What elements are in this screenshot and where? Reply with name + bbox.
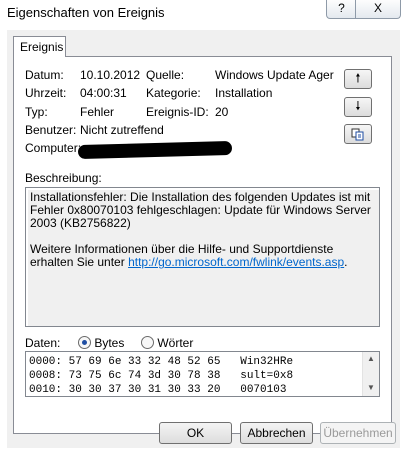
- uhrzeit-value: 04:00:31: [80, 86, 127, 100]
- tab-panel: Datum: 10.10.2012 Uhrzeit: 04:00:31 Typ:…: [13, 56, 392, 434]
- bytes-label: Bytes: [94, 336, 125, 350]
- bytes-radio-circle: [78, 336, 91, 349]
- arrow-down-icon: 🠗: [355, 99, 361, 113]
- dialog-client: Ereignis Datum: 10.10.2012 Uhrzeit: 04:0…: [7, 30, 400, 448]
- hex-line: 0008: 73 75 6c 74 3d 30 78 38 sult=0x8: [29, 370, 294, 382]
- previous-event-button[interactable]: 🠕: [344, 69, 372, 89]
- arrow-up-icon: 🠕: [355, 71, 361, 85]
- description-paragraph-1: Installationsfehler: Die Installation de…: [30, 190, 375, 230]
- title-bar: Eigenschaften von Ereignis ? X: [0, 0, 408, 30]
- tab-ereignis[interactable]: Ereignis: [13, 36, 66, 57]
- benutzer-value: Nicht zutreffend: [80, 123, 164, 137]
- ok-button[interactable]: OK: [159, 422, 232, 444]
- help-button[interactable]: ?: [326, 0, 357, 19]
- datum-label: Datum:: [25, 68, 64, 82]
- redaction-mark: [77, 140, 233, 160]
- words-radio-circle: [141, 336, 154, 349]
- data-hex-box[interactable]: 0000: 57 69 6e 33 32 48 52 65 Win32HRe 00…: [25, 351, 380, 397]
- datum-value: 10.10.2012: [80, 68, 141, 82]
- apply-button[interactable]: Übernehmen: [320, 422, 396, 444]
- quelle-value: Windows Update Ager: [215, 68, 334, 82]
- kategorie-label: Kategorie:: [146, 86, 201, 100]
- bytes-radio[interactable]: Bytes: [78, 336, 124, 350]
- scroll-up-icon[interactable]: ▲: [367, 354, 375, 363]
- window-title: Eigenschaften von Ereignis: [7, 5, 165, 20]
- description-period: .: [344, 255, 348, 269]
- next-event-button[interactable]: 🠗: [344, 97, 372, 117]
- uhrzeit-label: Uhrzeit:: [25, 86, 67, 100]
- description-text: Installationsfehler: Die Installation de…: [28, 190, 379, 326]
- computer-label: Computer:: [25, 141, 82, 155]
- cancel-button[interactable]: Abbrechen: [240, 422, 313, 444]
- hex-line: 0010: 30 30 37 30 31 30 33 20 0070103: [29, 384, 294, 396]
- help-link[interactable]: http://go.microsoft.com/fwlink/events.as…: [128, 255, 344, 269]
- close-button[interactable]: X: [355, 0, 401, 19]
- benutzer-label: Benutzer:: [25, 123, 77, 137]
- ereignis-id-value: 20: [215, 105, 229, 119]
- copy-icon: [351, 128, 364, 141]
- typ-value: Fehler: [80, 105, 115, 119]
- description-box[interactable]: Installationsfehler: Die Installation de…: [25, 187, 380, 327]
- hex-scrollbar[interactable]: ▲ ▼: [362, 352, 379, 396]
- data-label: Daten:: [25, 336, 61, 350]
- typ-label: Typ:: [25, 105, 48, 119]
- hex-line: 0000: 57 69 6e 33 32 48 52 65 Win32HRe: [29, 356, 294, 368]
- scroll-down-icon[interactable]: ▼: [367, 383, 375, 392]
- hex-dump: 0000: 57 69 6e 33 32 48 52 65 Win32HRe 00…: [29, 355, 293, 397]
- tab-label: Ereignis: [20, 40, 64, 54]
- words-label: Wörter: [157, 336, 194, 350]
- words-radio[interactable]: Wörter: [141, 336, 193, 350]
- ereignis-id-label: Ereignis-ID:: [146, 105, 209, 119]
- copy-button[interactable]: [344, 124, 372, 144]
- kategorie-value: Installation: [215, 86, 273, 100]
- description-label: Beschreibung:: [25, 171, 102, 185]
- quelle-label: Quelle:: [146, 68, 185, 82]
